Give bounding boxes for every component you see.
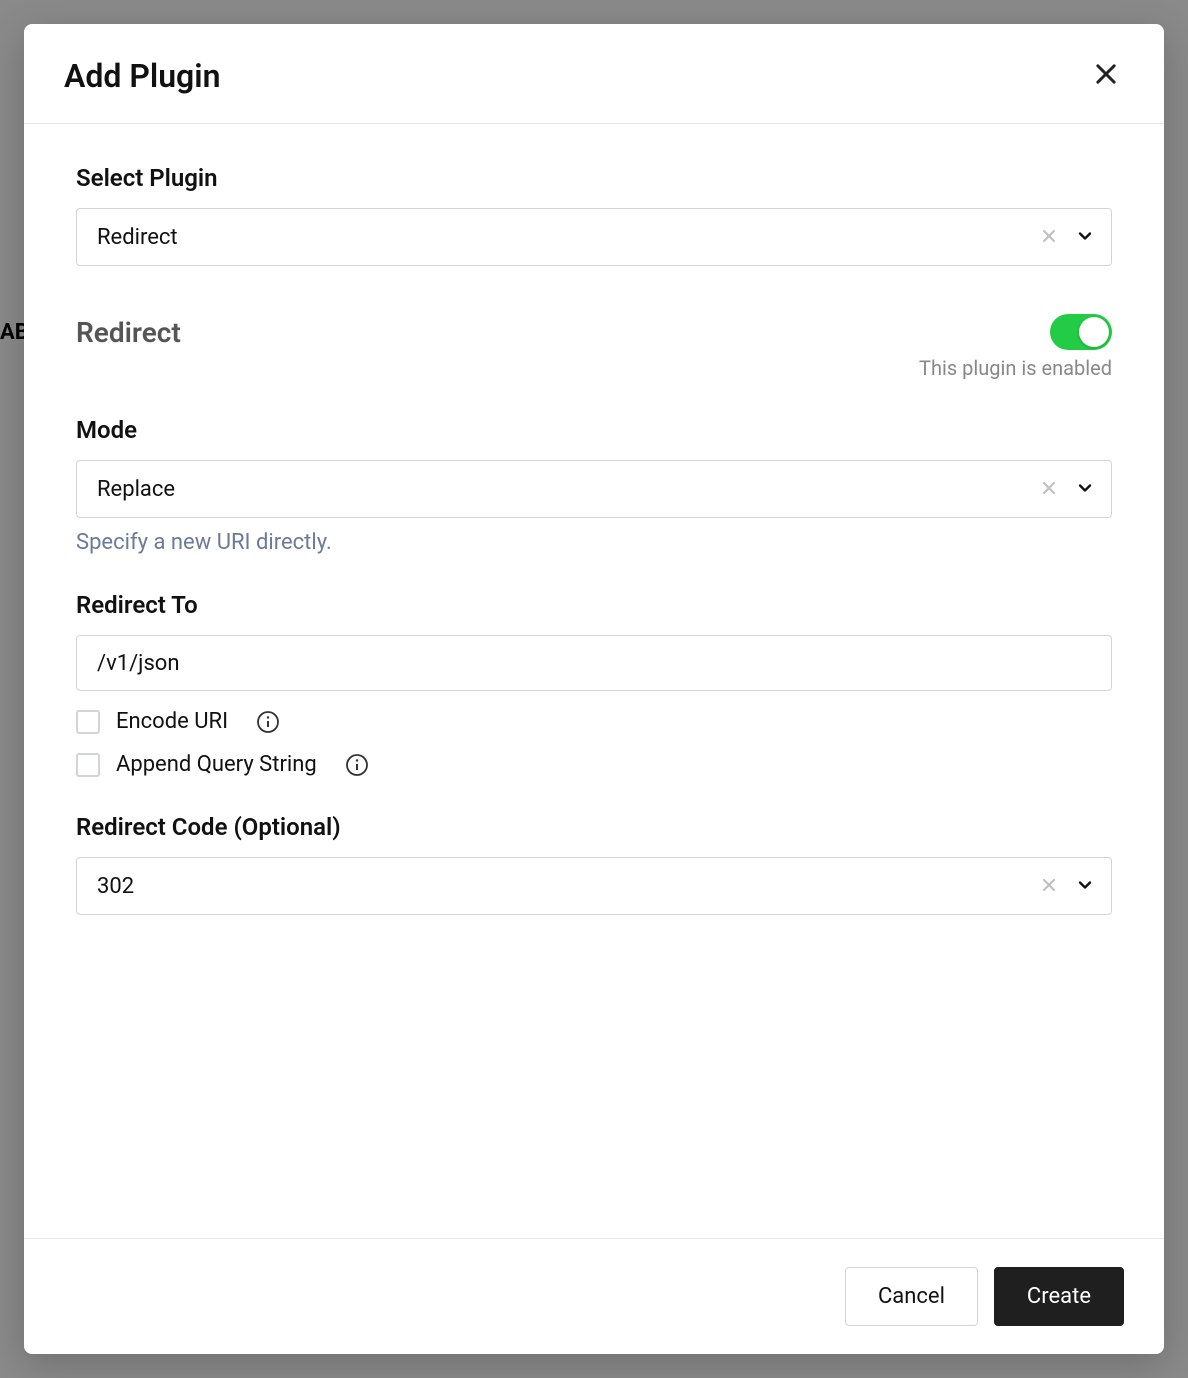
plugin-enabled-status: This plugin is enabled bbox=[919, 356, 1112, 380]
mode-value: Replace bbox=[77, 477, 1031, 502]
create-button[interactable]: Create bbox=[994, 1267, 1124, 1326]
mode-label: Mode bbox=[76, 416, 1112, 444]
mode-help-text: Specify a new URI directly. bbox=[76, 530, 1112, 555]
plugin-section-header: Redirect bbox=[76, 314, 1112, 350]
mode-arrow[interactable] bbox=[1067, 470, 1111, 509]
mode-field: Mode Replace bbox=[76, 416, 1112, 555]
clear-icon bbox=[1039, 478, 1059, 501]
select-plugin-dropdown[interactable]: Redirect bbox=[76, 208, 1112, 266]
select-plugin-clear[interactable] bbox=[1031, 218, 1067, 257]
encode-uri-row: Encode URI bbox=[76, 709, 1112, 734]
append-query-checkbox[interactable] bbox=[76, 753, 100, 777]
info-icon[interactable] bbox=[256, 710, 280, 734]
clear-icon bbox=[1039, 875, 1059, 898]
encode-uri-checkbox[interactable] bbox=[76, 710, 100, 734]
toggle-status-row: This plugin is enabled bbox=[76, 356, 1112, 380]
close-button[interactable] bbox=[1088, 56, 1124, 95]
append-query-label[interactable]: Append Query String bbox=[116, 752, 317, 777]
chevron-down-icon bbox=[1075, 478, 1095, 501]
redirect-code-arrow[interactable] bbox=[1067, 867, 1111, 906]
modal-title: Add Plugin bbox=[64, 57, 220, 95]
clear-icon bbox=[1039, 226, 1059, 249]
modal-header: Add Plugin bbox=[24, 24, 1164, 124]
modal-body: Select Plugin Redirect bbox=[24, 124, 1164, 1238]
close-icon bbox=[1092, 60, 1120, 91]
select-plugin-value: Redirect bbox=[77, 225, 1031, 250]
redirect-to-field: Redirect To Encode URI Append Query Stri… bbox=[76, 591, 1112, 777]
modal-footer: Cancel Create bbox=[24, 1238, 1164, 1354]
mode-clear[interactable] bbox=[1031, 470, 1067, 509]
encode-uri-label[interactable]: Encode URI bbox=[116, 709, 228, 734]
select-plugin-label: Select Plugin bbox=[76, 164, 1112, 192]
redirect-code-label: Redirect Code (Optional) bbox=[76, 813, 1112, 841]
redirect-code-value: 302 bbox=[77, 874, 1031, 899]
chevron-down-icon bbox=[1075, 875, 1095, 898]
add-plugin-modal: Add Plugin Select Plugin Redirect bbox=[24, 24, 1164, 1354]
redirect-code-clear[interactable] bbox=[1031, 867, 1067, 906]
redirect-to-input[interactable] bbox=[76, 635, 1112, 691]
select-plugin-arrow[interactable] bbox=[1067, 218, 1111, 257]
select-plugin-field: Select Plugin Redirect bbox=[76, 164, 1112, 266]
plugin-enabled-toggle[interactable] bbox=[1050, 314, 1112, 350]
redirect-code-dropdown[interactable]: 302 bbox=[76, 857, 1112, 915]
mode-dropdown[interactable]: Replace bbox=[76, 460, 1112, 518]
info-icon[interactable] bbox=[345, 753, 369, 777]
chevron-down-icon bbox=[1075, 226, 1095, 249]
redirect-to-label: Redirect To bbox=[76, 591, 1112, 619]
append-query-row: Append Query String bbox=[76, 752, 1112, 777]
toggle-knob bbox=[1079, 317, 1109, 347]
plugin-name-title: Redirect bbox=[76, 316, 181, 349]
cancel-button[interactable]: Cancel bbox=[845, 1267, 978, 1326]
redirect-code-field: Redirect Code (Optional) 302 bbox=[76, 813, 1112, 915]
